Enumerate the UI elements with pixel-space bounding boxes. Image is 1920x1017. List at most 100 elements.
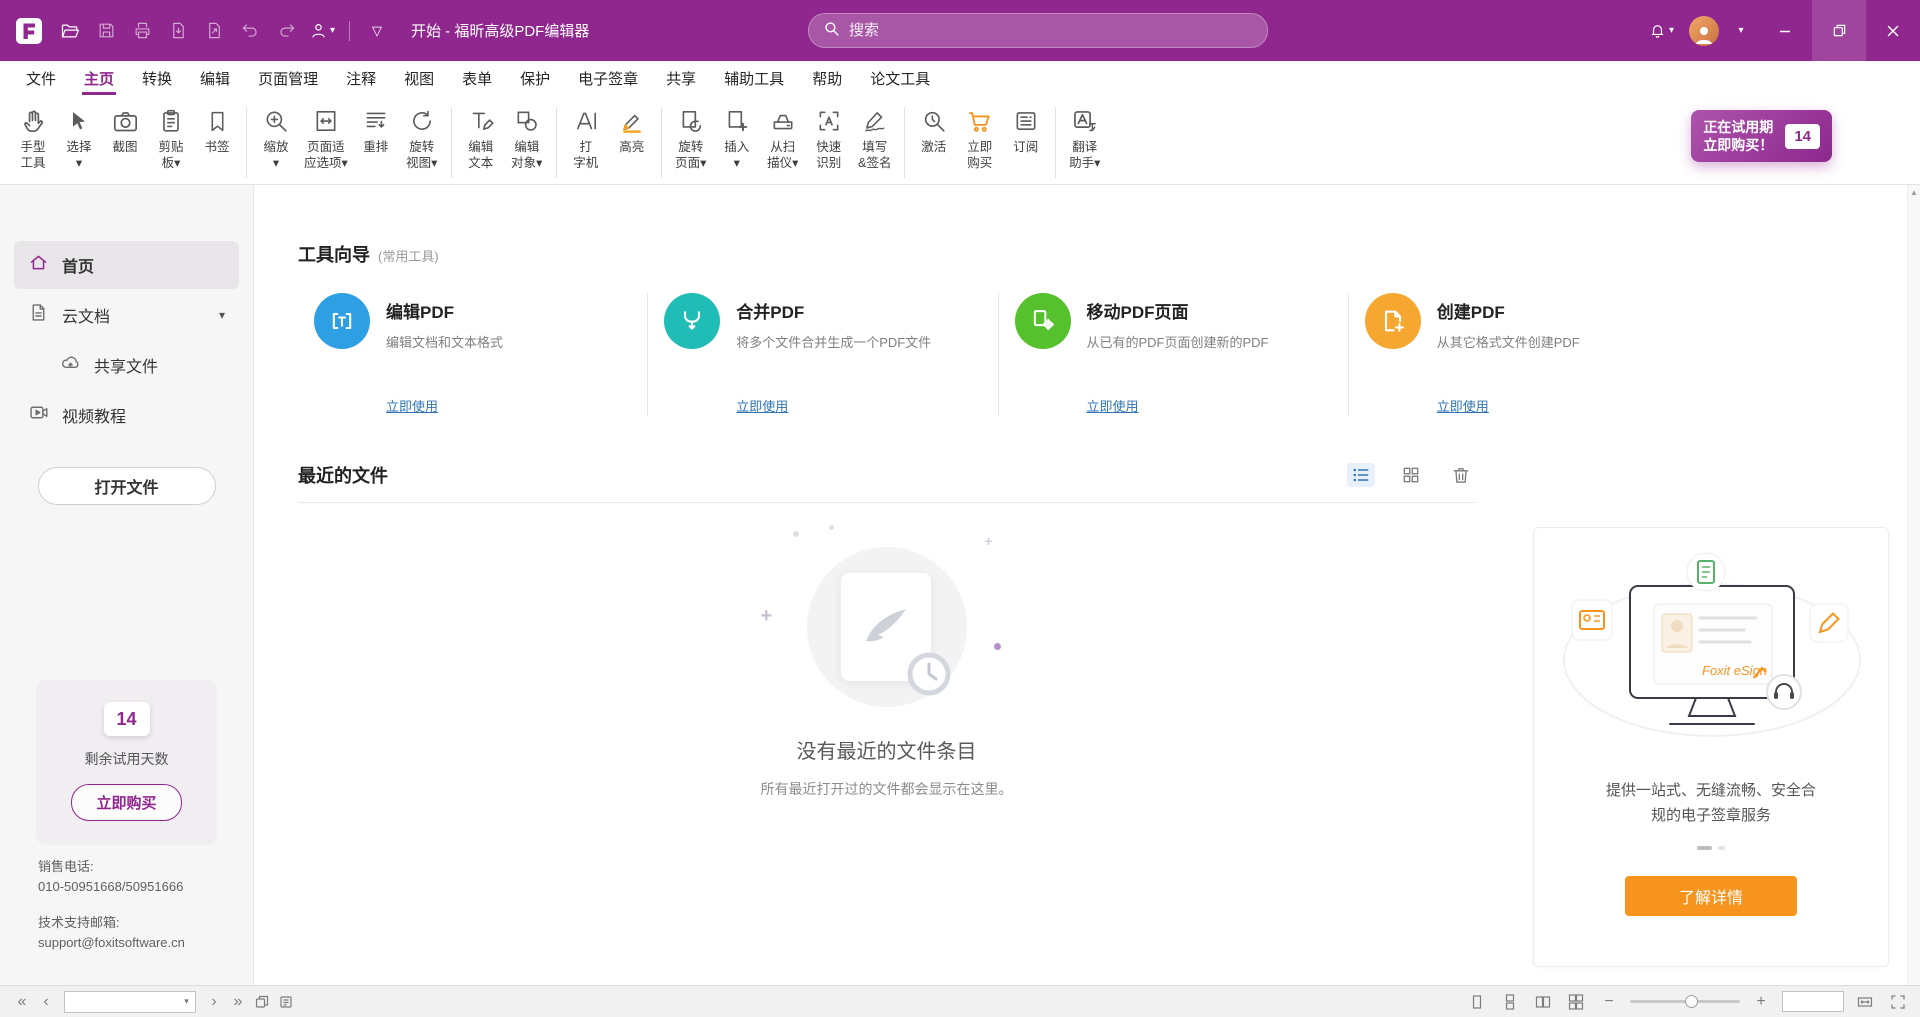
chevron-down-icon[interactable]: ▾ <box>219 308 225 322</box>
export-pdf-icon[interactable] <box>161 14 195 48</box>
ribbon-insert-pages[interactable]: 插入▾ <box>714 101 760 173</box>
open-file-icon[interactable] <box>53 14 87 48</box>
esign-illustration: Foxit eSign <box>1558 552 1864 762</box>
sidebar-item-shared-files[interactable]: 共享文件 <box>14 341 239 389</box>
menu-tab-share[interactable]: 共享 <box>652 61 710 95</box>
ribbon-highlight[interactable]: 高亮 <box>609 101 655 157</box>
page-clipboard-icon[interactable] <box>274 990 298 1014</box>
list-view-icon[interactable] <box>1347 463 1375 487</box>
open-file-button[interactable]: 打开文件 <box>38 467 216 505</box>
ribbon-edit-object[interactable]: 编辑对象▾ <box>504 101 550 173</box>
zoom-slider-thumb[interactable] <box>1685 995 1698 1008</box>
menu-tab-help[interactable]: 帮助 <box>798 61 856 95</box>
zoom-slider[interactable] <box>1630 1000 1740 1003</box>
use-now-link[interactable]: 立即使用 <box>1437 396 1489 415</box>
chevron-down-icon[interactable]: ▾ <box>178 996 195 1007</box>
sidebar-item-label: 共享文件 <box>94 353 158 377</box>
chevron-down-icon: ▾ <box>1738 25 1743 36</box>
close-button[interactable] <box>1866 0 1920 61</box>
account-dropdown[interactable]: ▾ <box>1723 14 1757 48</box>
zoom-in-button[interactable]: + <box>1749 990 1773 1014</box>
menu-tab-form[interactable]: 表单 <box>448 61 506 95</box>
menu-tab-comment[interactable]: 注释 <box>332 61 390 95</box>
continuous-view-icon[interactable] <box>1498 990 1522 1014</box>
menu-tab-page-management[interactable]: 页面管理 <box>244 61 332 95</box>
fullscreen-icon[interactable] <box>1886 990 1910 1014</box>
ribbon-fill-sign[interactable]: 填写&签名 <box>852 101 898 173</box>
page-copy-icon[interactable] <box>250 990 274 1014</box>
ribbon-zoom[interactable]: 缩放▾ <box>253 101 299 173</box>
zoom-percent-input[interactable] <box>1782 991 1844 1012</box>
redo-icon[interactable] <box>269 14 303 48</box>
use-now-link[interactable]: 立即使用 <box>386 396 438 415</box>
menu-tab-accessibility[interactable]: 辅助工具 <box>710 61 798 95</box>
trial-days-value: 14 <box>104 702 150 736</box>
ribbon-rotate-view[interactable]: 旋转视图▾ <box>399 101 445 173</box>
use-now-link[interactable]: 立即使用 <box>1087 396 1139 415</box>
learn-more-button[interactable]: 了解详情 <box>1625 876 1797 916</box>
menu-tab-paper-tools[interactable]: 论文工具 <box>856 61 944 95</box>
ribbon-edit-text[interactable]: 编辑文本 <box>458 101 504 173</box>
ribbon-rotate-pages[interactable]: 旋转页面▾ <box>668 101 714 173</box>
merge-pdf-icon <box>664 293 720 349</box>
menu-tab-convert[interactable]: 转换 <box>128 61 186 95</box>
rotate-pages-icon <box>678 103 704 139</box>
ribbon-typewriter[interactable]: 打字机 <box>563 101 609 173</box>
first-page-button[interactable]: « <box>10 990 34 1014</box>
ribbon-select-tool[interactable]: 选择▾ <box>56 101 102 173</box>
facing-continuous-view-icon[interactable] <box>1564 990 1588 1014</box>
scroll-up-arrow-icon[interactable]: ▲ <box>1910 188 1918 197</box>
ribbon-from-scanner[interactable]: 从扫描仪▾ <box>760 101 806 173</box>
menu-tab-edit[interactable]: 编辑 <box>186 61 244 95</box>
ribbon-bookmark[interactable]: 书签 <box>194 101 240 157</box>
ribbon-subscribe[interactable]: 订阅 <box>1003 101 1049 157</box>
save-icon[interactable] <box>89 14 123 48</box>
last-page-button[interactable]: » <box>226 990 250 1014</box>
undo-icon[interactable] <box>233 14 267 48</box>
ribbon-snapshot[interactable]: 截图 <box>102 101 148 157</box>
next-page-button[interactable]: › <box>202 990 226 1014</box>
ribbon-translate-assistant[interactable]: 翻译助手▾ <box>1062 101 1108 173</box>
vertical-scrollbar[interactable]: ▲ <box>1907 185 1920 985</box>
search-input[interactable] <box>849 22 1253 39</box>
carousel-dot[interactable] <box>1718 846 1725 850</box>
search-box[interactable] <box>808 13 1268 48</box>
restore-button[interactable] <box>1812 0 1866 61</box>
previous-page-button[interactable]: ‹ <box>34 990 58 1014</box>
grid-view-icon[interactable] <box>1397 463 1425 487</box>
ribbon-buy-now[interactable]: 立即购买 <box>957 101 1003 173</box>
sidebar-item-cloud-docs[interactable]: 云文档 ▾ <box>14 291 239 339</box>
sidebar-item-label: 云文档 <box>62 303 110 327</box>
fit-width-icon[interactable] <box>1853 990 1877 1014</box>
menu-tab-protect[interactable]: 保护 <box>506 61 564 95</box>
zoom-out-button[interactable]: − <box>1597 990 1621 1014</box>
notifications-bell-icon[interactable]: ▾ <box>1644 14 1678 48</box>
print-icon[interactable] <box>125 14 159 48</box>
ribbon-quick-ocr[interactable]: 快速识别 <box>806 101 852 173</box>
ribbon-reflow[interactable]: 重排 <box>353 101 399 157</box>
menu-tab-view[interactable]: 视图 <box>390 61 448 95</box>
esign-quick-icon[interactable]: ▾ <box>305 14 339 48</box>
trash-icon[interactable] <box>1447 463 1475 487</box>
menu-tab-file[interactable]: 文件 <box>12 61 70 95</box>
use-now-link[interactable]: 立即使用 <box>736 396 788 415</box>
menu-tab-esign[interactable]: 电子签章 <box>564 61 652 95</box>
user-avatar[interactable] <box>1689 16 1719 46</box>
page-number-input[interactable] <box>65 994 178 1009</box>
share-document-icon[interactable] <box>197 14 231 48</box>
ribbon-page-fit-options[interactable]: 页面适应选项▾ <box>299 101 353 173</box>
sidebar-item-home[interactable]: 首页 <box>14 241 239 289</box>
facing-view-icon[interactable] <box>1531 990 1555 1014</box>
single-page-view-icon[interactable] <box>1465 990 1489 1014</box>
buy-now-button[interactable]: 立即购买 <box>71 784 181 821</box>
ribbon-activate[interactable]: 激活 <box>911 101 957 157</box>
tool-card-title: 合并PDF <box>736 298 931 323</box>
hide-ribbon-icon[interactable]: ▽ <box>360 14 394 48</box>
trial-purchase-badge[interactable]: 正在试用期 立即购买！ 14 <box>1691 110 1832 162</box>
carousel-dot-active[interactable] <box>1697 846 1712 850</box>
minimize-button[interactable] <box>1758 0 1812 61</box>
menu-tab-home[interactable]: 主页 <box>70 61 128 95</box>
sidebar-item-video-tutorials[interactable]: 视频教程 <box>14 391 239 439</box>
ribbon-clipboard[interactable]: 剪贴板▾ <box>148 101 194 173</box>
ribbon-hand-tool[interactable]: 手型工具 <box>10 101 56 173</box>
